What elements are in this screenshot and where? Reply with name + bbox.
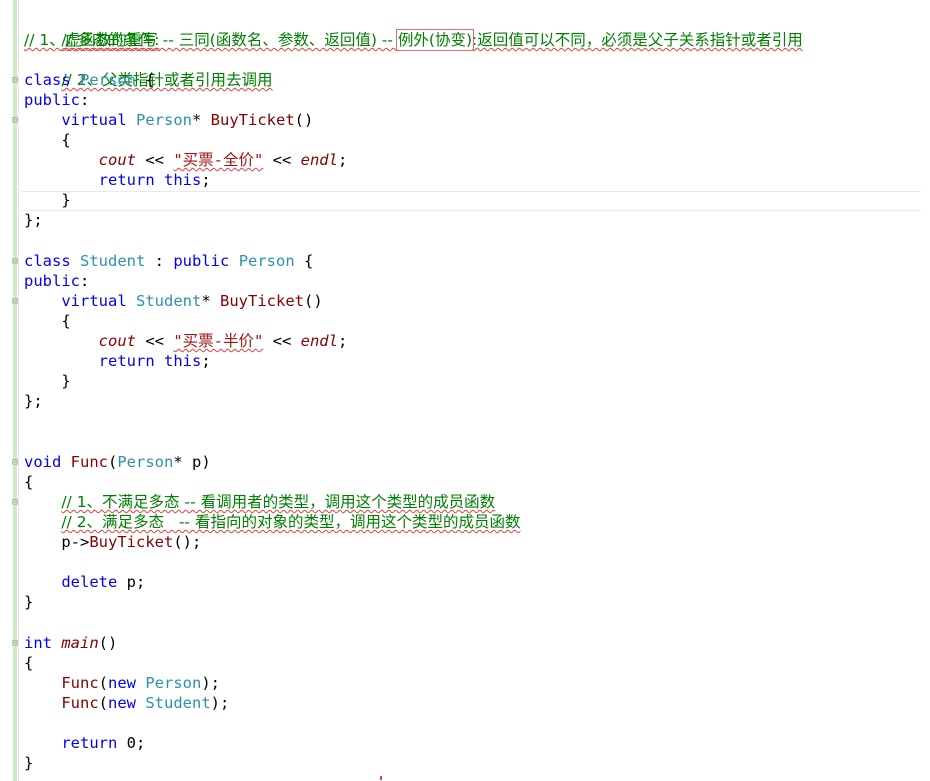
- string-literal: "买票-半价": [173, 332, 264, 350]
- keyword: int: [24, 634, 52, 652]
- type-name: Person: [238, 252, 295, 270]
- comment: :返回值可以不同，必须是父子关系指针或者引用: [472, 31, 803, 49]
- function-name: BuyTicket: [210, 111, 295, 129]
- current-line-highlight: [21, 191, 921, 211]
- code-line: // 1、不满足多态 -- 看调用者的类型，调用这个类型的成员函数: [24, 492, 495, 512]
- type-name: Person: [80, 71, 137, 89]
- keyword: class: [24, 252, 71, 270]
- fold-icon[interactable]: ⊟: [12, 252, 20, 272]
- identifier: endl: [300, 332, 338, 350]
- code-line: // 1、虚函数的重写 -- 三同(函数名、参数、返回值) -- 例外(协变):…: [24, 29, 803, 51]
- keyword: return: [98, 352, 155, 370]
- code-line: return this;: [98, 171, 211, 189]
- code-line: public:: [24, 91, 90, 109]
- code-line: // 多态的条件:: [24, 10, 159, 49]
- fold-icon[interactable]: ⊟: [12, 453, 20, 473]
- fold-icon[interactable]: ⊟: [12, 292, 20, 312]
- keyword: this: [164, 171, 202, 189]
- code-line: return this;: [98, 352, 211, 370]
- code-line: void Func(Person* p): [24, 453, 211, 471]
- function-name: Func: [61, 694, 99, 712]
- keyword: this: [164, 352, 202, 370]
- code-line: public:: [24, 272, 90, 290]
- function-name: BuyTicket: [89, 533, 174, 551]
- code-line: }: [24, 593, 34, 611]
- keyword: public: [24, 272, 80, 290]
- fold-icon[interactable]: ⊟: [12, 634, 20, 654]
- function-name: Func: [70, 453, 108, 471]
- code-line: virtual Person* BuyTicket(): [61, 111, 314, 129]
- number-literal: 0: [126, 734, 137, 752]
- keyword: void: [24, 453, 62, 471]
- code-line: cout << "买票-全价" << endl;: [98, 151, 348, 169]
- keyword: public: [173, 252, 230, 270]
- code-line: Func(new Student);: [61, 694, 230, 712]
- string-literal: "买票-全价": [173, 151, 264, 169]
- code-line: return 0;: [61, 734, 146, 752]
- keyword: delete: [61, 573, 118, 591]
- code-line: };: [24, 392, 43, 410]
- comment: // 2、满足多态 -- 看指向的对象的类型，调用这个类型的成员函数: [61, 513, 521, 531]
- code-line: cout << "买票-半价" << endl;: [98, 332, 348, 350]
- keyword: new: [108, 694, 136, 712]
- identifier: cout: [98, 151, 136, 169]
- code-line: {: [24, 131, 71, 149]
- keyword: virtual: [61, 292, 127, 310]
- type-name: Person: [117, 453, 174, 471]
- function-name: Func: [61, 674, 99, 692]
- fold-icon[interactable]: ⊟: [12, 71, 20, 91]
- type-name: Person: [145, 674, 202, 692]
- code-line: int main(): [24, 634, 118, 652]
- code-line: // 2、父类指针或者引用去调用: [24, 50, 272, 89]
- code-line: }: [24, 372, 71, 390]
- code-editor[interactable]: ⊟ ⊟ ⊟ ⊟ ⊟ ⊟ ⊟ // 多态的条件: // 1、虚函数的重写 -- 三…: [0, 0, 930, 781]
- code-line: class Person {: [24, 71, 155, 89]
- code-line: delete p;: [61, 573, 146, 591]
- type-name: Student: [136, 292, 202, 310]
- highlighted-comment-box: 例外(协变): [395, 29, 475, 51]
- code-line: {: [24, 312, 71, 330]
- comment: // 1、虚函数的重写 -- 三同(函数名、参数、返回值) --: [24, 31, 398, 49]
- function-name: BuyTicket: [220, 292, 304, 310]
- type-name: Student: [145, 694, 211, 712]
- type-name: Person: [136, 111, 192, 129]
- keyword: return: [98, 171, 155, 189]
- code-line: virtual Student* BuyTicket(): [61, 292, 323, 310]
- code-line: class Student : public Person {: [24, 252, 314, 270]
- code-line: }: [24, 754, 34, 772]
- code-line: // 2、满足多态 -- 看指向的对象的类型，调用这个类型的成员函数: [24, 512, 520, 532]
- comment: // 1、不满足多态 -- 看调用者的类型，调用这个类型的成员函数: [61, 493, 496, 511]
- type-name: Student: [80, 252, 146, 270]
- code-line: p->BuyTicket();: [24, 533, 202, 551]
- keyword: virtual: [61, 111, 127, 129]
- error-marker: [380, 776, 382, 780]
- code-line: {: [24, 473, 34, 491]
- fold-icon[interactable]: ⊟: [12, 111, 20, 131]
- identifier: endl: [300, 151, 338, 169]
- keyword: return: [61, 734, 118, 752]
- code-line: }: [24, 191, 71, 209]
- identifier: cout: [98, 332, 136, 350]
- code-line: Func(new Person);: [61, 674, 221, 692]
- keyword: new: [108, 674, 136, 692]
- function-name: main: [61, 634, 99, 652]
- keyword: class: [24, 71, 71, 89]
- code-line: {: [24, 654, 34, 672]
- keyword: public: [24, 91, 80, 109]
- code-line: };: [24, 211, 43, 229]
- fold-icon[interactable]: ⊟: [12, 493, 20, 513]
